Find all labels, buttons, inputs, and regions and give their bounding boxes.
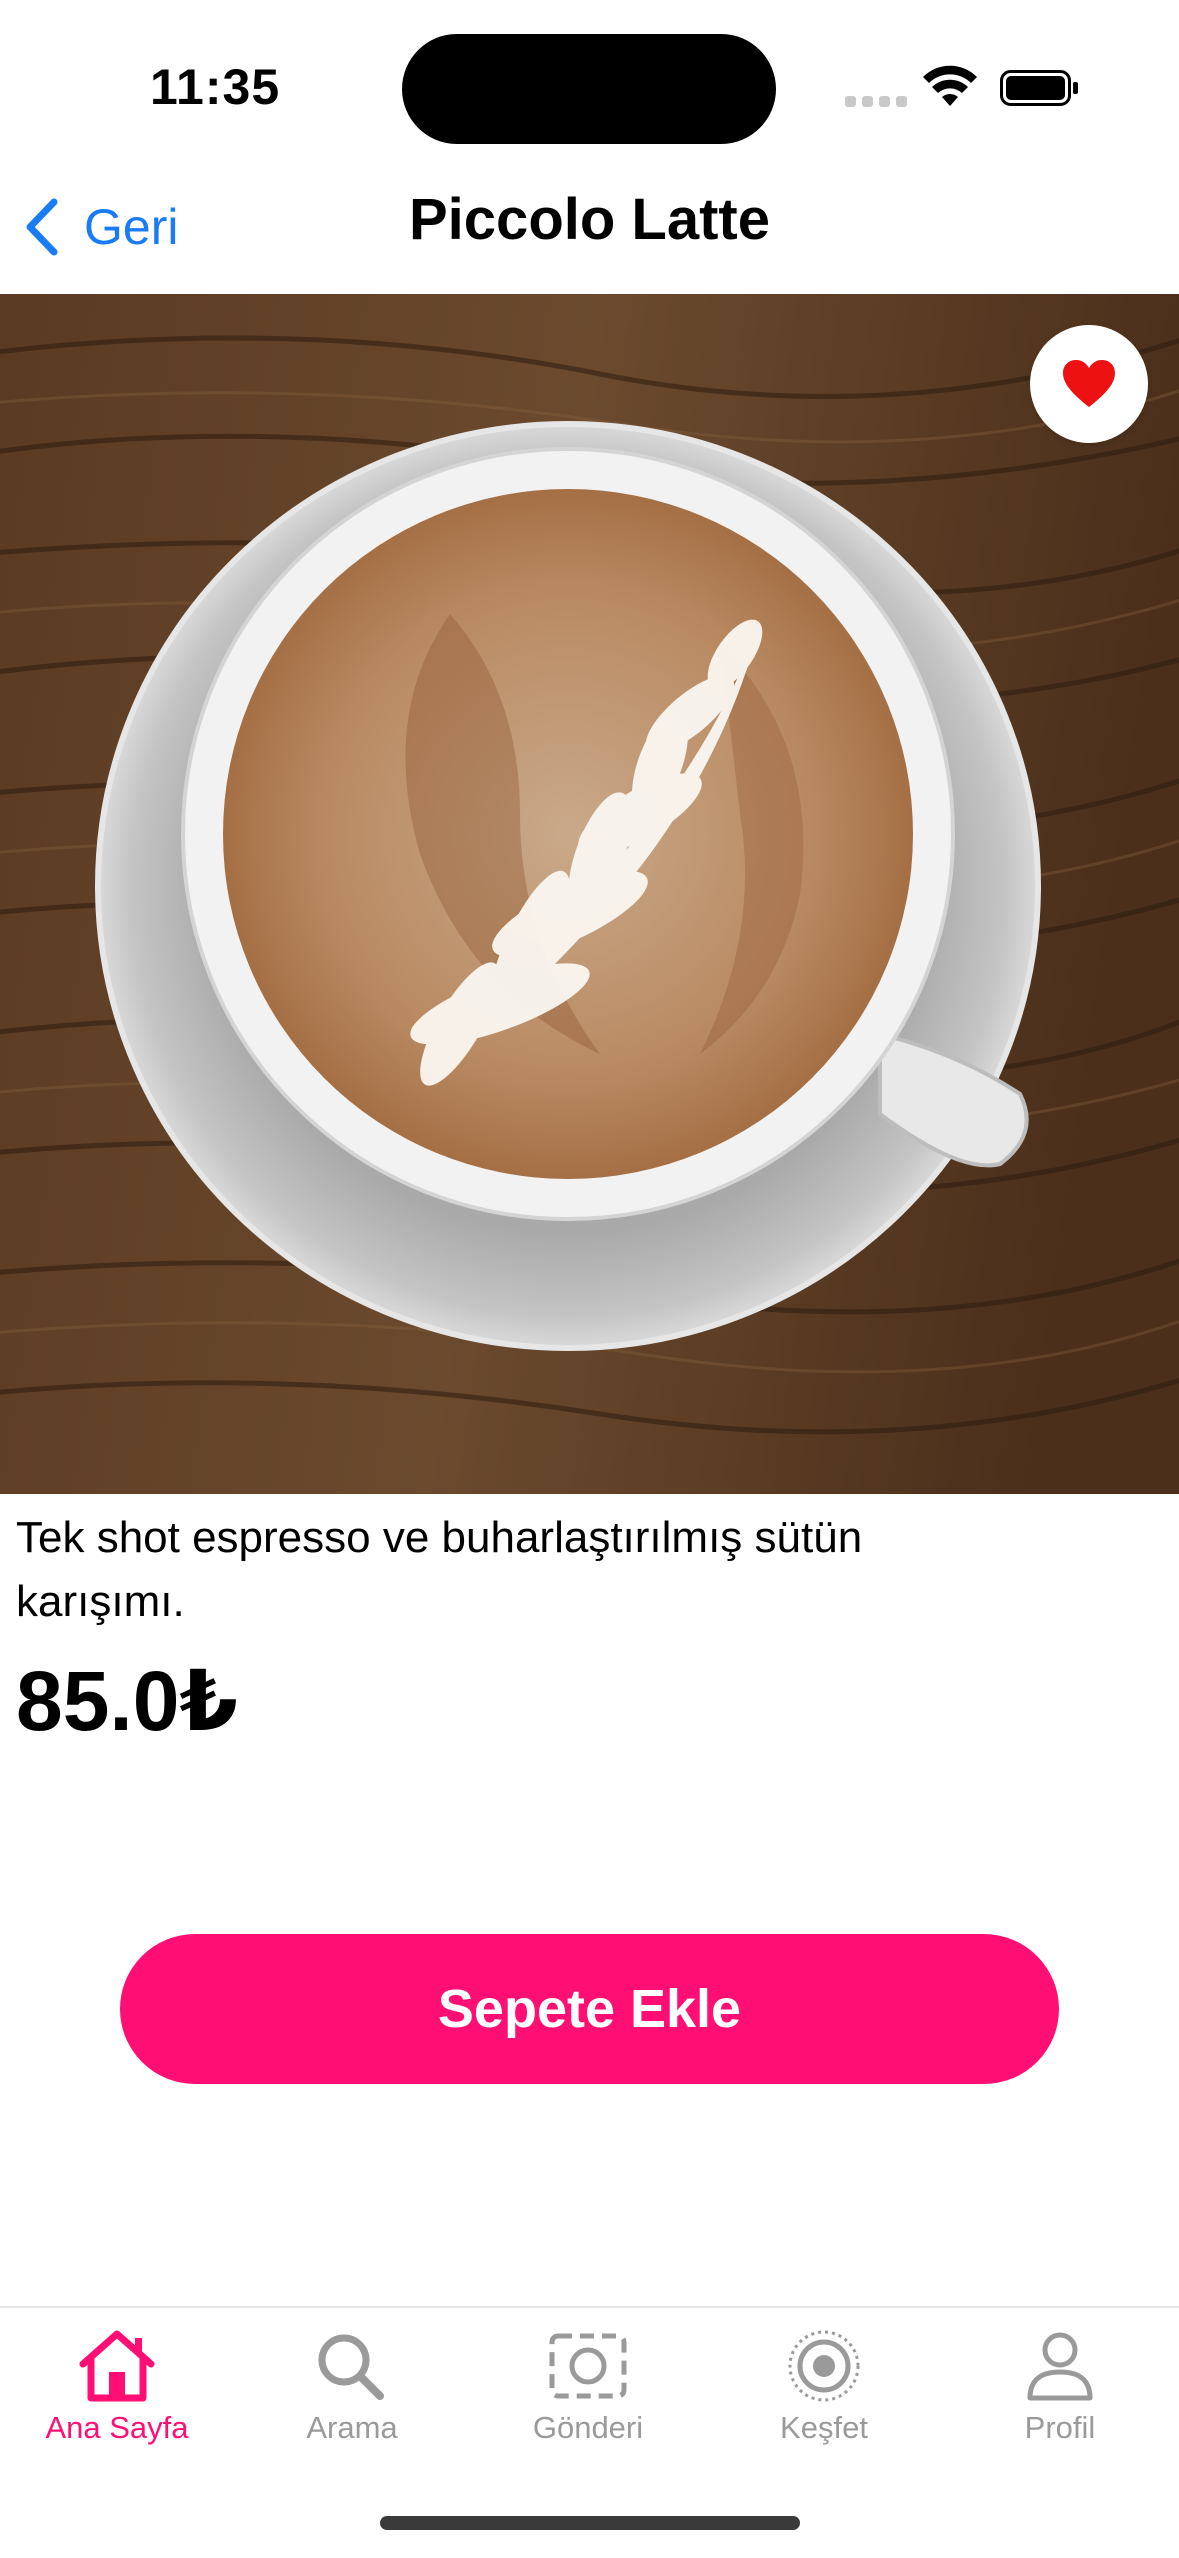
page-title: Piccolo Latte (409, 187, 770, 252)
tab-label-post: Gönderi (532, 2410, 644, 2445)
tab-profile[interactable]: Profil (960, 2328, 1160, 2478)
explore-icon (788, 2330, 860, 2402)
cellular-signal-icon (845, 96, 909, 108)
tab-explore[interactable]: Keşfet (724, 2328, 924, 2478)
status-bar: 11:35 (0, 0, 1179, 170)
search-icon (318, 2334, 384, 2400)
heart-icon (1063, 360, 1115, 407)
tab-search[interactable]: Arama (252, 2328, 452, 2478)
tab-label-profile: Profil (1024, 2410, 1096, 2445)
tab-label-search: Arama (306, 2410, 398, 2445)
home-icon (79, 2330, 155, 2402)
wifi-icon (923, 65, 977, 106)
camera-frame-icon (549, 2333, 627, 2399)
tab-home[interactable]: Ana Sayfa (17, 2328, 217, 2478)
status-time: 11:35 (150, 59, 281, 115)
add-to-cart-button[interactable]: Sepete Ekle (120, 1934, 1059, 2084)
battery-icon (1000, 70, 1078, 106)
tab-label-home: Ana Sayfa (45, 2410, 189, 2445)
dynamic-island (402, 34, 776, 144)
product-image (0, 294, 1179, 1494)
tab-post[interactable]: Gönderi (488, 2328, 688, 2478)
tab-label-explore: Keşfet (780, 2410, 868, 2445)
home-indicator (380, 2516, 800, 2530)
favorite-button[interactable] (1030, 325, 1148, 443)
product-description: Tek shot espresso ve buharlaştırılmış sü… (16, 1513, 863, 1626)
product-price: 85.0₺ (16, 1654, 238, 1748)
person-icon (1027, 2332, 1093, 2401)
